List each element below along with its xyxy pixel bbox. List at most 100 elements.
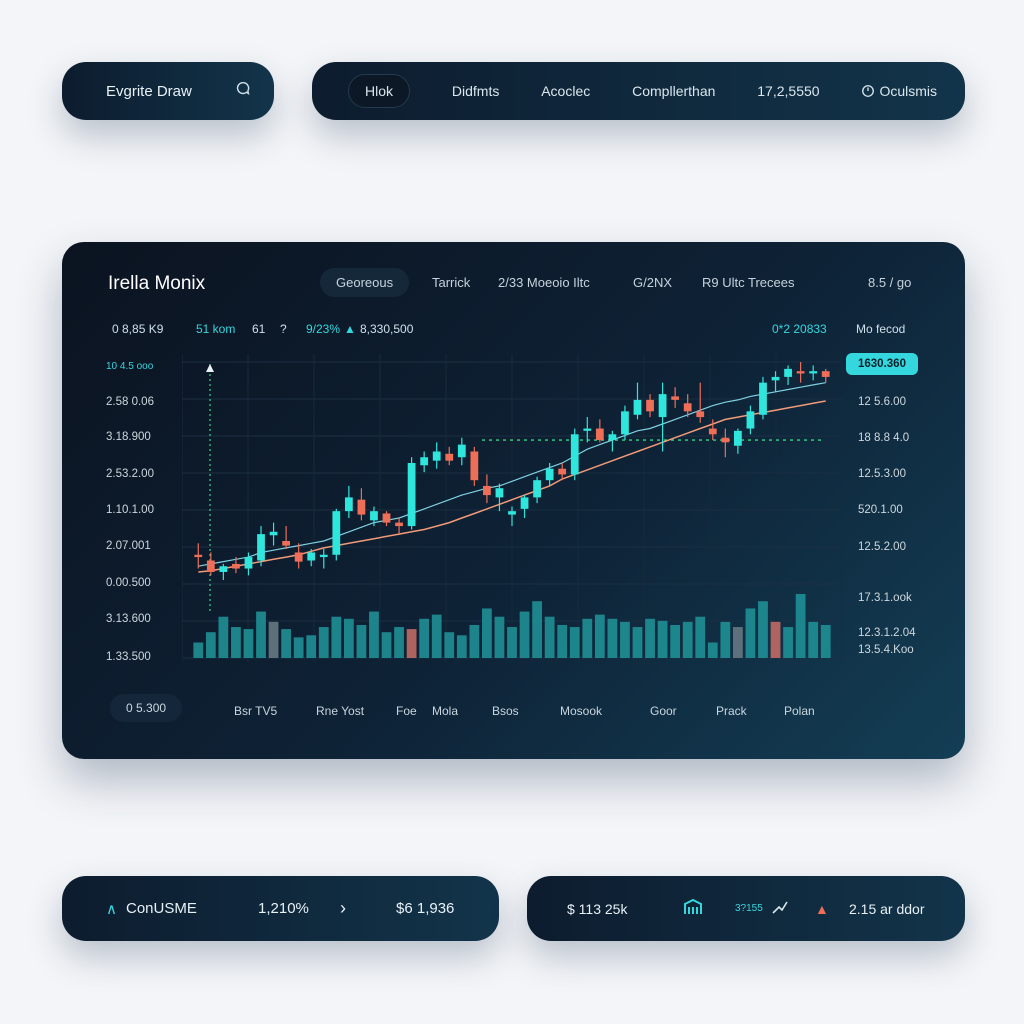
chevron-right-icon[interactable]: › [340, 898, 346, 919]
volume-bar [569, 627, 580, 658]
candle-up [344, 497, 353, 512]
volume-bar [406, 629, 417, 658]
volume-bar [720, 621, 731, 658]
timeframe-button[interactable]: Rne Yost [316, 704, 364, 718]
candle-down [558, 468, 567, 475]
candlestick-chart[interactable] [182, 354, 842, 666]
candle-up [457, 444, 466, 458]
timeframe-button[interactable]: 0 5.300 [110, 694, 183, 722]
timeframe-button[interactable]: Goor [650, 704, 677, 718]
nav-item-label: Compllerthan [632, 83, 716, 99]
nav-item-oculsmis[interactable]: Oculsmis [861, 83, 937, 99]
tab-ultc-trecees[interactable]: R9 Ultc Trecees [702, 275, 794, 290]
volume-bar [343, 618, 354, 658]
trading-panel: Irella Monix Georeous Tarrick 2/33 Moeoi… [62, 242, 965, 759]
volume-bar [444, 632, 455, 658]
volume-bar [707, 642, 718, 658]
brand-name: Evgrite Draw [106, 82, 192, 100]
clock-icon [862, 85, 875, 97]
candle-up [332, 511, 341, 555]
volume-bar [682, 621, 693, 658]
candle-down [595, 428, 604, 441]
candle-down [206, 560, 215, 572]
volume-bar [745, 608, 756, 658]
candle-up [244, 557, 253, 569]
y-label-right: 12 5.6.00 [858, 396, 906, 408]
top-nav: Hlok Didfmts Acoclec Compllerthan 17,2,5… [312, 62, 965, 120]
nav-item-acoclec[interactable]: Acoclec [541, 83, 590, 99]
tab-g2nx[interactable]: G/2NX [633, 275, 672, 290]
candle-down [395, 522, 403, 527]
y-label-left: 10 4.5 ooo [106, 361, 154, 372]
y-label-left: 3.18.900 [106, 431, 151, 443]
volume-bar [519, 611, 530, 658]
timeframe-button[interactable]: Mola [432, 704, 458, 718]
volume-bar [507, 627, 517, 658]
brand-bar: Evgrite Draw [62, 62, 274, 120]
summary-bar-left: ∧ ConUSME 1,210% › $6 1,936 [62, 876, 499, 941]
timeframe-button[interactable]: Bsos [492, 704, 519, 718]
nav-item-value[interactable]: 17,2,5550 [757, 83, 819, 99]
tab-georeous[interactable]: Georeous [320, 268, 410, 297]
candle-down [232, 563, 240, 569]
tab-tarrick[interactable]: Tarrick [432, 275, 470, 290]
chat-bubble-icon[interactable] [234, 80, 252, 102]
volume-bar [532, 601, 542, 658]
candle-down [708, 428, 717, 435]
candle-up [257, 534, 265, 561]
candle-down [445, 453, 454, 461]
trend-icon [771, 899, 789, 918]
stat-4: 9/23% [306, 322, 341, 336]
volume-bar [193, 642, 204, 658]
volume-bar [281, 629, 292, 658]
stat-5: 8,330,500 [360, 322, 414, 336]
candle-up [608, 434, 617, 441]
nav-item-didfmts[interactable]: Didfmts [452, 83, 499, 99]
candle-up [784, 368, 792, 377]
volume-bar [582, 618, 593, 658]
y-label-right: 520.1.00 [858, 504, 903, 516]
y-label-left: 1.10.1.00 [106, 504, 154, 516]
y-label-left: 0.00.500 [106, 577, 151, 589]
nav-item-label: Acoclec [541, 83, 591, 99]
summary-change: 2.15 ar ddor [849, 900, 925, 917]
stat-right: 0*2 20833 [772, 322, 827, 336]
candle-down [646, 399, 654, 412]
caret-up-icon: ∧ [106, 900, 117, 918]
stat-3: 61 [252, 322, 266, 336]
candle-down [194, 554, 203, 558]
tab-moeoio[interactable]: 2/33 Moeoio Iltc [498, 275, 590, 290]
volume-bar [494, 616, 505, 658]
y-label-right: 12.3.1.2.04 [858, 627, 916, 639]
candle-up [733, 430, 742, 446]
volume-bar [394, 627, 404, 658]
candle-up [432, 451, 441, 461]
volume-bar [607, 618, 618, 658]
volume-bar [557, 624, 568, 658]
volume-bar [469, 624, 480, 658]
timeframe-button[interactable]: Mosook [560, 704, 602, 718]
y-label-left: 1.33.500 [106, 651, 151, 663]
candle-up [520, 497, 529, 509]
summary-label: ConUSME [126, 900, 197, 917]
candle-up [583, 428, 592, 431]
nav-item-compllerthan[interactable]: Compllerthan [632, 83, 715, 99]
summary-small: 3?155 [735, 903, 763, 914]
volume-bar [783, 627, 793, 658]
y-label-right: 18 8.8 4.0 [858, 432, 910, 444]
candle-down [483, 485, 491, 496]
nav-item-label: 17,2,5550 [757, 83, 820, 99]
y-label-right: 13.5.4.Koo [858, 644, 914, 656]
stat-far: Mo fecod [856, 322, 906, 336]
timeframe-button[interactable]: Prack [716, 704, 747, 718]
timeframe-button[interactable]: Bsr TV5 [234, 704, 277, 718]
y-label-right: 17.3.1.ook [858, 592, 912, 604]
triangle-up-icon: ▲ [815, 900, 829, 917]
timeframe-button[interactable]: Foe [396, 704, 417, 718]
volume-bar [795, 594, 806, 658]
volume-bar [268, 621, 279, 658]
timeframe-button[interactable]: Polan [784, 704, 815, 718]
nav-item-label: Didfmts [451, 83, 500, 99]
candle-up [407, 462, 416, 527]
nav-item-hlok[interactable]: Hlok [348, 74, 411, 108]
